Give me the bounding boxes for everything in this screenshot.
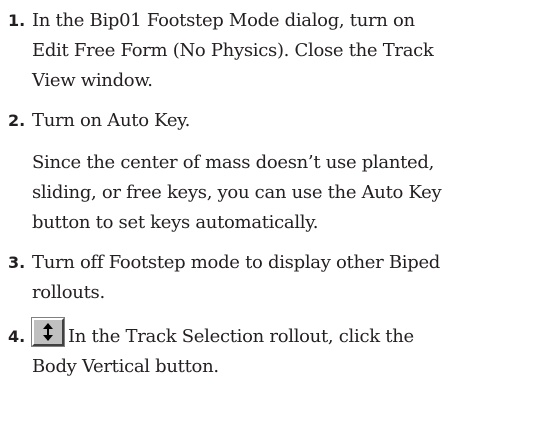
document-page: 1. In the Bip01 Footstep Mode dialog, tu… <box>0 0 540 424</box>
step-text: In the Bip01 Footstep Mode dialog, turn … <box>32 10 434 91</box>
step-2: 2. Turn on Auto Key. <box>0 106 520 136</box>
step-2-note: Since the center of mass doesn’t use pla… <box>32 152 442 233</box>
body-vertical-icon <box>31 317 65 347</box>
step-number: 3. <box>8 253 26 272</box>
step-1: 1. In the Bip01 Footstep Mode dialog, tu… <box>0 6 520 96</box>
step-number: 1. <box>8 11 26 30</box>
step-4: 4. In the Track Selection rollout, click… <box>0 317 520 382</box>
step-text: Turn off Footstep mode to display other … <box>32 252 441 303</box>
step-text: Turn on Auto Key. <box>32 110 191 131</box>
step-number: 2. <box>8 111 26 130</box>
step-3: 3. Turn off Footstep mode to display oth… <box>0 248 520 308</box>
step-number: 4. <box>8 327 26 346</box>
step-text: In the Track Selection rollout, click th… <box>32 326 414 377</box>
